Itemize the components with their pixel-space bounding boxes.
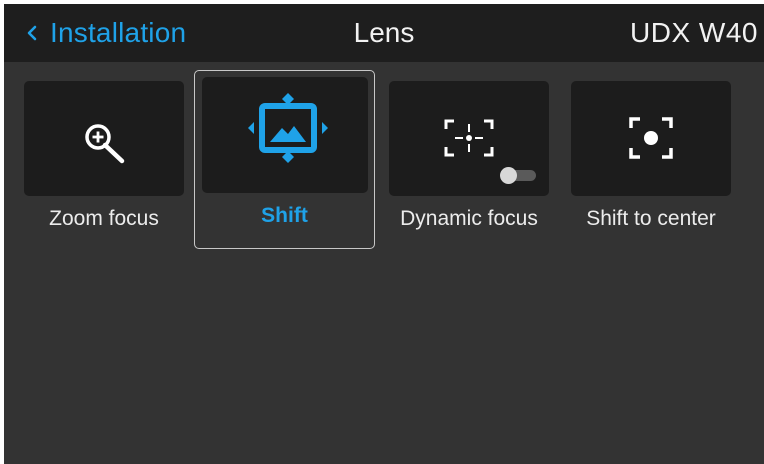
tile-card xyxy=(389,81,549,196)
chevron-left-icon xyxy=(27,25,37,41)
header-bar: Installation Lens UDX W40 xyxy=(4,4,764,62)
device-name: UDX W40 xyxy=(630,17,758,48)
tile-label: Zoom focus xyxy=(49,207,159,230)
back-label: Installation xyxy=(50,17,187,48)
dynamic-focus-toggle[interactable] xyxy=(500,167,536,184)
tile-shift[interactable]: Shift xyxy=(194,70,375,249)
center-focus-icon xyxy=(629,117,673,159)
tile-zoom-focus[interactable]: Zoom focus xyxy=(24,81,184,261)
tile-label: Dynamic focus xyxy=(400,207,538,230)
tile-card xyxy=(24,81,184,196)
tile-dynamic-focus[interactable]: Dynamic focus xyxy=(389,81,549,261)
tile-card xyxy=(202,77,368,193)
zoom-in-icon xyxy=(85,124,125,164)
tile-card xyxy=(571,81,731,196)
lens-shift-icon xyxy=(248,93,328,163)
tile-shift-to-center[interactable]: Shift to center xyxy=(571,81,731,261)
tile-label: Shift xyxy=(261,204,308,227)
back-button[interactable]: Installation xyxy=(24,4,186,62)
toggle-knob xyxy=(500,167,517,184)
lens-screen: Installation Lens UDX W40 Zoom focus Shi… xyxy=(4,4,764,464)
tile-label: Shift to center xyxy=(586,207,716,230)
